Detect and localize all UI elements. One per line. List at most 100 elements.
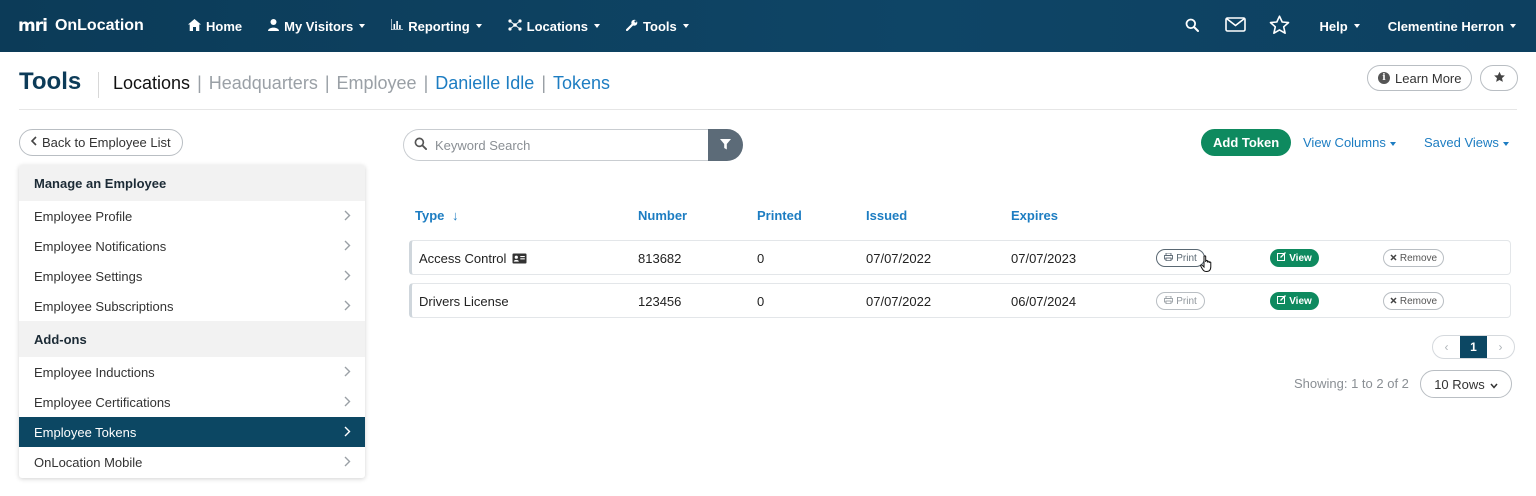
remove-label: Remove [1399,295,1438,307]
print-button[interactable]: Print [1156,292,1205,310]
print-label: Print [1176,252,1197,264]
nav-locations[interactable]: Locations [495,0,613,52]
view-button[interactable]: View [1270,249,1319,267]
sort-down-icon: ↓ [452,208,459,223]
pagination-page[interactable]: 1 [1460,336,1487,358]
id-card-icon [512,252,527,267]
remove-button[interactable]: Remove [1383,292,1444,310]
page-title: Tools [19,68,82,95]
brand[interactable]: mri OnLocation [0,16,175,36]
info-icon: i [1378,72,1390,84]
sidebar-item-label: Employee Inductions [34,364,155,380]
sidebar-item-employee-notifications[interactable]: Employee Notifications [19,231,365,261]
chevron-down-icon [1502,141,1509,146]
hand-cursor-icon [1200,255,1214,276]
cell-printed: 0 [757,251,765,266]
print-button[interactable]: Print [1156,249,1205,267]
network-icon [508,18,522,34]
sidebar-item-label: Employee Tokens [34,424,137,440]
user-menu[interactable]: Clementine Herron [1374,0,1516,52]
sidebar-item-label: Employee Notifications [34,238,167,254]
chevron-down-icon [1510,24,1516,28]
breadcrumb-employee: Employee [336,73,417,93]
saved-views-dropdown[interactable]: Saved Views [1424,135,1509,150]
breadcrumb-tokens[interactable]: Tokens [553,73,610,94]
learn-more-button[interactable]: i Learn More [1367,65,1473,91]
printer-icon [1164,295,1174,307]
nav-help[interactable]: Help [1302,0,1374,52]
search-button[interactable] [1170,0,1214,52]
column-header-expires[interactable]: Expires [1011,208,1058,223]
filter-button[interactable] [708,129,743,161]
chevron-down-icon [682,24,689,28]
view-label: View [1289,252,1312,264]
chevron-right-icon [344,395,351,410]
cell-issued: 07/07/2022 [866,294,932,309]
breadcrumb-separator: | [423,73,429,93]
chevron-left-icon [30,136,37,149]
chevron-down-icon [475,24,482,28]
sidebar-item-employee-profile[interactable]: Employee Profile [19,201,365,231]
add-token-button[interactable]: Add Token [1201,129,1292,156]
nav-my-visitors[interactable]: My Visitors [255,0,378,52]
cell-number: 123456 [638,294,682,309]
chevron-right-icon [344,269,351,284]
cell-issued: 07/07/2022 [866,251,932,266]
pagination-prev[interactable]: ‹ [1433,336,1460,358]
sidebar-item-onlocation-mobile[interactable]: OnLocation Mobile [19,447,365,477]
rows-per-page-select[interactable]: 10 Rows [1420,370,1512,398]
sidebar-item-employee-inductions[interactable]: Employee Inductions [19,357,365,387]
messages-button[interactable] [1214,0,1258,52]
nav-help-label: Help [1319,18,1348,34]
chevron-down-icon [359,24,366,28]
filter-icon [720,138,731,153]
breadcrumb-employee-name[interactable]: Danielle Idle [435,73,534,94]
edit-icon [1277,252,1287,264]
breadcrumb-separator: | [541,73,546,93]
showing-count: Showing: 1 to 2 of 2 [1294,376,1409,391]
nav-home[interactable]: Home [175,0,255,52]
view-button[interactable]: View [1270,292,1319,310]
nav-reporting-label: Reporting [408,18,470,34]
breadcrumb: Locations | Headquarters | Employee | Da… [113,73,610,94]
sidebar-item-employee-tokens[interactable]: Employee Tokens [19,417,365,447]
nav-tools[interactable]: Tools [613,0,702,52]
chevron-down-icon [594,24,601,28]
search-group [403,129,743,161]
remove-button[interactable]: Remove [1383,249,1444,267]
employee-menu-panel: Manage an Employee Employee Profile Empl… [19,165,365,478]
column-header-number[interactable]: Number [638,208,687,223]
favorites-button[interactable] [1258,0,1302,52]
nav-right-group: Help Clementine Herron [1170,0,1536,52]
rows-per-page-label: 10 Rows [1434,376,1485,392]
sidebar-item-label: Employee Subscriptions [34,298,174,314]
sidebar-item-label: Employee Certifications [34,394,171,410]
chevron-right-icon [344,425,351,440]
sidebar-item-employee-settings[interactable]: Employee Settings [19,261,365,291]
breadcrumb-headquarters: Headquarters [208,73,318,93]
nav-locations-label: Locations [526,18,589,34]
mri-logo: mri [18,16,48,36]
chevron-right-icon [344,365,351,380]
sidebar-item-employee-certifications[interactable]: Employee Certifications [19,387,365,417]
column-header-issued[interactable]: Issued [866,208,907,223]
view-columns-dropdown[interactable]: View Columns [1303,135,1396,150]
user-name: Clementine Herron [1387,18,1504,34]
header-divider [98,72,99,98]
keyword-search-input[interactable] [435,137,685,153]
column-header-type[interactable]: Type ↓ [415,208,459,223]
pagination-next[interactable]: › [1487,336,1514,358]
saved-views-label: Saved Views [1424,135,1499,150]
table-row: Drivers License 123456 0 07/07/2022 06/0… [409,283,1511,318]
cell-printed: 0 [757,294,765,309]
breadcrumb-separator: | [197,73,202,93]
sidebar-item-employee-subscriptions[interactable]: Employee Subscriptions [19,291,365,321]
back-to-employee-list-button[interactable]: Back to Employee List [19,129,183,156]
envelope-icon [1225,17,1246,35]
favorite-page-button[interactable] [1480,65,1518,91]
printer-icon [1164,252,1174,264]
page-header: Tools Locations | Headquarters | Employe… [19,64,1518,110]
nav-reporting[interactable]: Reporting [378,0,494,52]
nav-my-visitors-label: My Visitors [284,18,354,34]
column-header-printed[interactable]: Printed [757,208,802,223]
